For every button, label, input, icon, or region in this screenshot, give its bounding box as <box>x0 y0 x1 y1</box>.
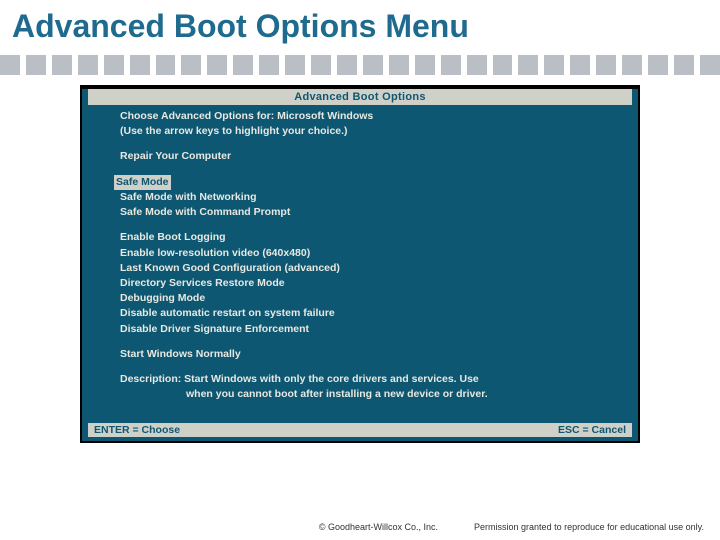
boot-screenshot: Advanced Boot Options Choose Advanced Op… <box>80 85 640 443</box>
option-disable-auto-restart[interactable]: Disable automatic restart on system fail… <box>120 306 610 321</box>
option-repair[interactable]: Repair Your Computer <box>120 149 610 164</box>
permission-text: Permission granted to reproduce for educ… <box>474 522 704 532</box>
option-last-known-good[interactable]: Last Known Good Configuration (advanced) <box>120 261 610 276</box>
decorative-squares <box>0 55 720 75</box>
option-safe-mode[interactable]: Safe Mode <box>114 175 171 190</box>
boot-header-bar: Advanced Boot Options <box>88 89 632 105</box>
option-ds-restore[interactable]: Directory Services Restore Mode <box>120 276 610 291</box>
option-safe-mode-cmd[interactable]: Safe Mode with Command Prompt <box>120 205 610 220</box>
choose-line-2: (Use the arrow keys to highlight your ch… <box>120 124 610 139</box>
option-boot-logging[interactable]: Enable Boot Logging <box>120 230 610 245</box>
option-start-normally[interactable]: Start Windows Normally <box>120 347 610 362</box>
choose-line-1: Choose Advanced Options for: Microsoft W… <box>120 109 610 124</box>
description-line-2: when you cannot boot after installing a … <box>120 387 610 402</box>
esc-hint: ESC = Cancel <box>558 424 626 436</box>
description-line-1: Description: Start Windows with only the… <box>120 372 610 387</box>
slide-title: Advanced Boot Options Menu <box>0 0 720 49</box>
slide-footer: © Goodheart-Willcox Co., Inc. Permission… <box>0 522 720 532</box>
option-disable-sig-enforcement[interactable]: Disable Driver Signature Enforcement <box>120 322 610 337</box>
boot-footer-bar: ENTER = Choose ESC = Cancel <box>88 423 632 437</box>
option-low-res-video[interactable]: Enable low-resolution video (640x480) <box>120 246 610 261</box>
copyright-text: © Goodheart-Willcox Co., Inc. <box>319 522 438 532</box>
enter-hint: ENTER = Choose <box>94 424 180 436</box>
option-safe-mode-networking[interactable]: Safe Mode with Networking <box>120 190 610 205</box>
option-debugging[interactable]: Debugging Mode <box>120 291 610 306</box>
